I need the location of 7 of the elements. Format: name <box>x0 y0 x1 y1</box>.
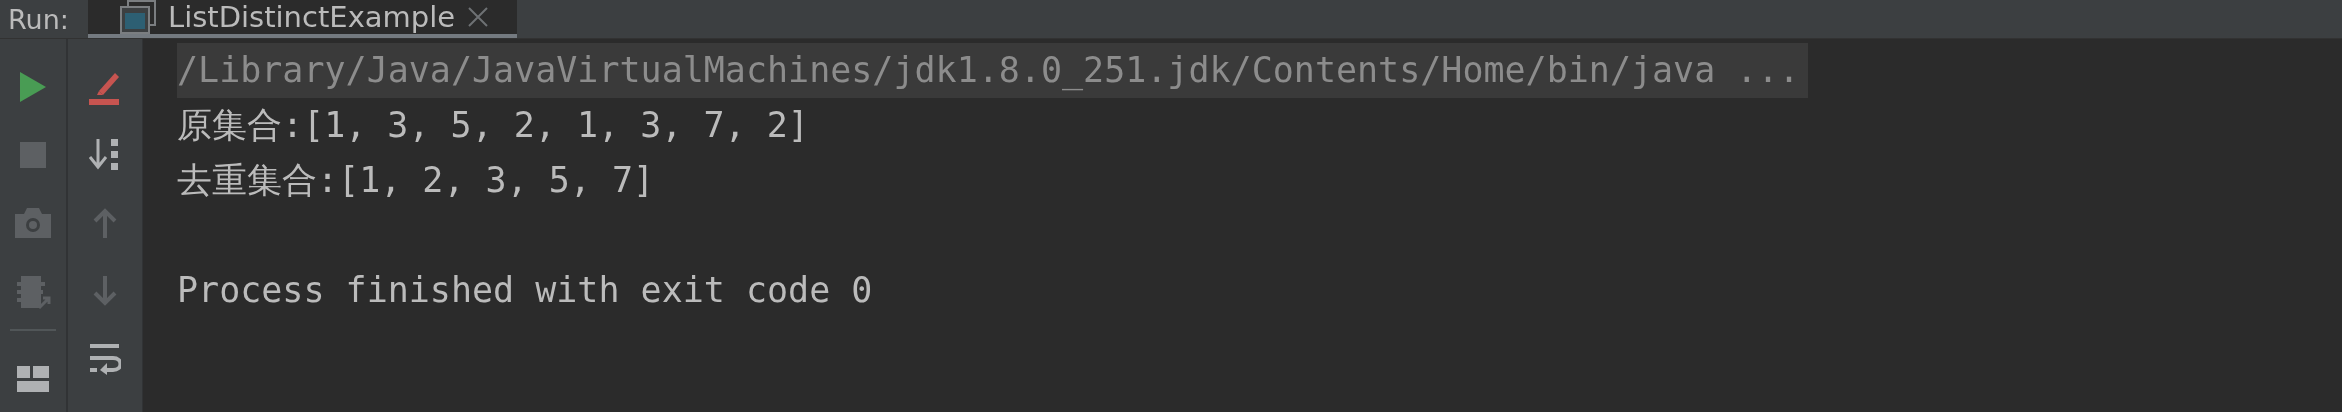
close-icon[interactable] <box>467 6 490 28</box>
console-tab[interactable]: ListDistinctExample <box>88 0 518 38</box>
exit-message: Process finished with exit code 0 <box>177 269 874 312</box>
console-window-icon <box>120 0 156 34</box>
output-line: 原集合:[1, 3, 5, 2, 1, 3, 7, 2] <box>177 104 810 147</box>
run-label: Run: <box>7 3 70 35</box>
output-line: 去重集合:[1, 2, 3, 5, 7] <box>177 159 656 202</box>
